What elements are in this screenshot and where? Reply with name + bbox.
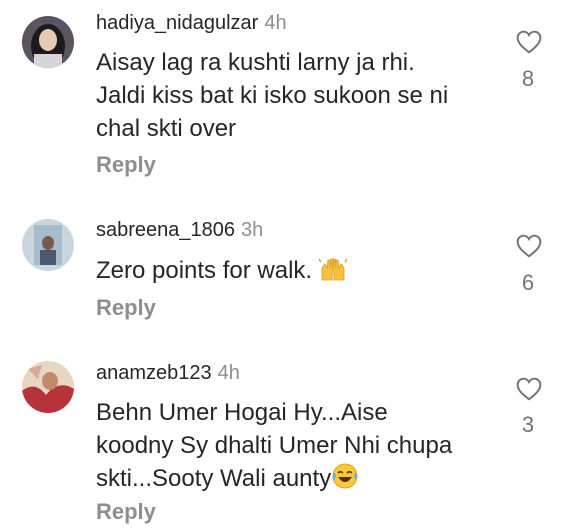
username[interactable]: anamzeb123	[96, 362, 212, 384]
comment-text: Aisay lag ra kushti larny ja rhi. Jaldi …	[96, 49, 449, 142]
username[interactable]: hadiya_nidagulzar	[96, 12, 258, 34]
avatar[interactable]	[22, 361, 74, 413]
comment-text-body: Behn Umer Hogai Hy...Aise koodny Sy dhal…	[96, 399, 453, 492]
reply-button[interactable]: Reply	[96, 499, 156, 525]
comment-meta: hadiya_nidagulzar 4h	[96, 12, 287, 35]
reply-button[interactable]: Reply	[96, 295, 156, 321]
comment-meta: sabreena_1806 3h	[96, 219, 263, 242]
comment-text: Behn Umer Hogai Hy...Aise koodny Sy dhal…	[96, 396, 456, 499]
avatar[interactable]	[22, 16, 74, 68]
comment-meta: anamzeb123 4h	[96, 362, 240, 385]
raising-hands-emoji-icon	[318, 256, 348, 291]
timestamp: 3h	[241, 219, 264, 241]
heart-outline-icon[interactable]	[516, 377, 542, 403]
timestamp: 4h	[217, 362, 240, 384]
heart-outline-icon[interactable]	[516, 30, 542, 56]
timestamp: 4h	[264, 12, 287, 34]
reply-button[interactable]: Reply	[96, 152, 156, 178]
comment-text-body: Zero points for walk.	[96, 257, 313, 284]
face-with-tears-of-joy-emoji-icon	[331, 462, 359, 499]
heart-outline-icon[interactable]	[516, 234, 542, 260]
username[interactable]: sabreena_1806	[96, 219, 235, 241]
like-count: 3	[521, 412, 535, 437]
like-count: 8	[521, 66, 535, 91]
comment-text: Zero points for walk.	[96, 254, 456, 291]
avatar[interactable]	[22, 219, 74, 271]
like-count: 6	[521, 270, 535, 295]
